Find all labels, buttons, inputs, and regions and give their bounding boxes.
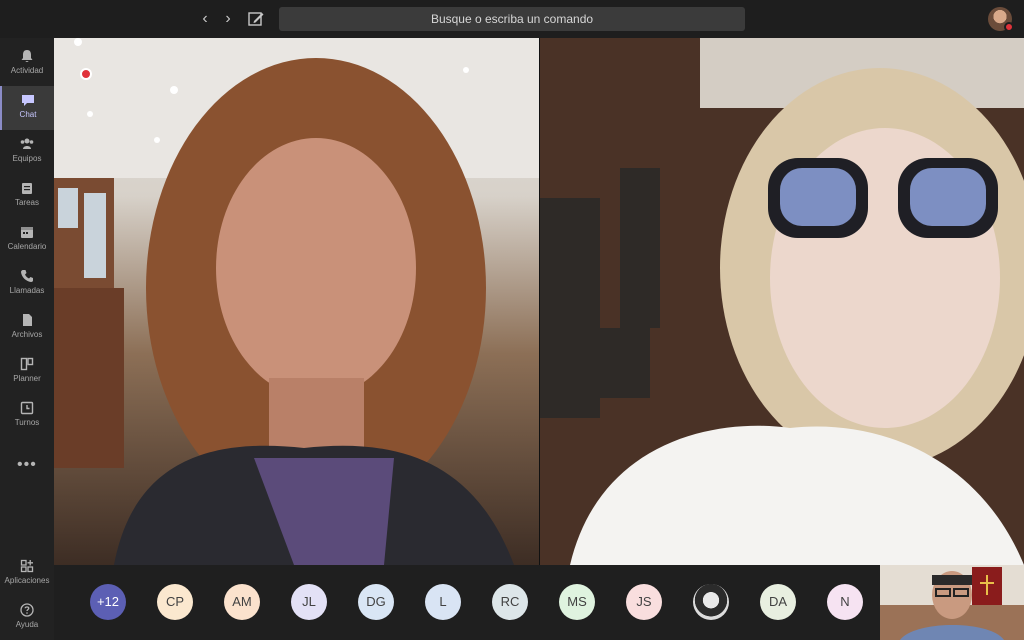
phone-icon (21, 270, 33, 282)
rail-item-chat[interactable]: Chat (0, 86, 54, 130)
participant-avatar[interactable]: N (827, 584, 863, 620)
rail-item-actividad[interactable]: Actividad (0, 42, 54, 86)
back-button[interactable]: ‹ (195, 9, 215, 29)
rail-label: Calendario (7, 242, 47, 251)
bell-icon (21, 50, 33, 62)
calendar-icon (21, 227, 33, 238)
help-icon (20, 603, 34, 617)
compose-icon[interactable] (246, 9, 266, 29)
rail-item-turnos[interactable]: Turnos (0, 394, 54, 438)
rail-item-llamadas[interactable]: Llamadas (0, 262, 54, 306)
recording-indicator-icon (80, 68, 92, 80)
rail-label: Aplicaciones (4, 576, 50, 585)
participant-avatar[interactable]: DG (358, 584, 394, 620)
forward-button[interactable]: › (218, 9, 238, 29)
participant-avatar[interactable]: DA (760, 584, 796, 620)
clock-icon (20, 401, 34, 415)
rail-label: Ayuda (15, 620, 39, 629)
app-rail: Actividad Chat Equipos Tareas Calendario… (0, 38, 54, 640)
participant-avatar[interactable]: L (425, 584, 461, 620)
self-video-image (880, 565, 1024, 640)
rail-item-aplicaciones[interactable]: Aplicaciones (0, 552, 54, 596)
video-stage (54, 38, 1024, 565)
rail-label: Chat (19, 110, 37, 119)
rail-item-tareas[interactable]: Tareas (0, 174, 54, 218)
planner-icon (20, 357, 34, 371)
rail-item-planner[interactable]: Planner (0, 350, 54, 394)
participant-avatar[interactable]: JL (291, 584, 327, 620)
rail-label: Actividad (10, 66, 44, 75)
rail-item-archivos[interactable]: Archivos (0, 306, 54, 350)
participant-avatar[interactable]: AM (224, 584, 260, 620)
apps-icon (20, 559, 34, 573)
presence-status-icon (1004, 22, 1014, 32)
rail-label: Archivos (11, 330, 43, 339)
more-apps-button[interactable]: ••• (17, 456, 37, 474)
participant-avatar[interactable]: MS (559, 584, 595, 620)
chat-icon (22, 95, 34, 106)
rail-label: Tareas (14, 198, 39, 207)
participant-strip: +12 CP AM JL DG L RC MS JS DA N (54, 565, 880, 640)
rail-label: Equipos (12, 154, 42, 163)
rail-label: Planner (13, 374, 41, 383)
briefcase-icon (22, 183, 32, 194)
participant-avatar[interactable]: CP (157, 584, 193, 620)
participant-video[interactable] (54, 38, 539, 565)
participant-video-image (540, 38, 1024, 565)
participant-video[interactable] (540, 38, 1024, 565)
participant-video-image (54, 38, 539, 565)
title-bar: ‹ › Busque o escriba un comando (0, 0, 1024, 38)
file-icon (23, 314, 32, 326)
teams-icon (20, 138, 34, 149)
participant-avatar[interactable]: JS (626, 584, 662, 620)
search-input[interactable]: Busque o escriba un comando (279, 7, 745, 31)
rail-item-calendario[interactable]: Calendario (0, 218, 54, 262)
rail-label: Turnos (14, 418, 40, 427)
rail-label: Llamadas (9, 286, 45, 295)
self-video-preview[interactable] (880, 565, 1024, 640)
participant-photo-avatar[interactable] (693, 584, 729, 620)
rail-item-equipos[interactable]: Equipos (0, 130, 54, 174)
more-participants-button[interactable]: +12 (90, 584, 126, 620)
rail-item-ayuda[interactable]: Ayuda (0, 596, 54, 640)
participant-avatar[interactable]: RC (492, 584, 528, 620)
